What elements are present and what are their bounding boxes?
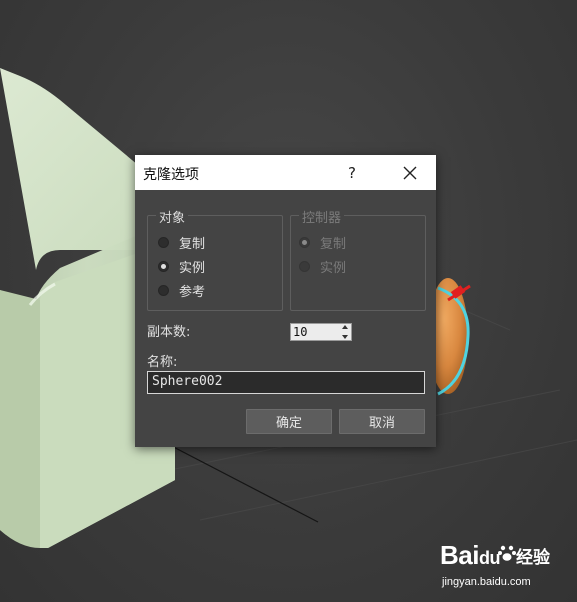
spin-down-icon[interactable] <box>342 335 348 339</box>
cancel-button[interactable]: 取消 <box>339 409 425 434</box>
baidu-watermark: Baidu 经验 jingyan.baidu.com <box>440 540 570 596</box>
help-button[interactable]: ? <box>337 155 367 190</box>
controller-instance-radio: 实例 <box>299 257 347 276</box>
radio-dot-icon <box>158 284 169 296</box>
close-icon <box>403 166 417 179</box>
watermark-cn: 经验 <box>516 548 550 568</box>
paw-icon <box>498 545 516 561</box>
dialog-title: 克隆选项 <box>143 167 199 183</box>
dialog-titlebar[interactable]: 克隆选项 ? <box>135 155 436 190</box>
object-reference-label: 参考 <box>179 284 206 300</box>
copies-label: 副本数: <box>147 325 191 340</box>
watermark-brand: Baidu <box>440 540 500 570</box>
controller-group: 控制器 复制 实例 <box>290 207 426 311</box>
object-group-title: 对象 <box>156 207 189 226</box>
radio-dot-icon <box>158 236 169 248</box>
name-input[interactable]: Sphere002 <box>147 371 425 394</box>
close-button[interactable] <box>390 155 430 190</box>
object-instance-label: 实例 <box>179 260 206 276</box>
object-instance-radio[interactable]: 实例 <box>158 257 206 276</box>
object-group: 对象 复制 实例 参考 <box>147 207 283 311</box>
copies-value[interactable]: 10 <box>293 325 307 339</box>
ok-button[interactable]: 确定 <box>246 409 332 434</box>
world-axis-line <box>159 439 319 523</box>
controller-group-title: 控制器 <box>299 207 345 226</box>
spin-up-icon[interactable] <box>342 325 348 329</box>
radio-dot-icon <box>299 260 310 272</box>
radio-dot-selected-icon <box>299 236 310 248</box>
object-copy-label: 复制 <box>179 236 206 252</box>
controller-copy-label: 复制 <box>320 236 347 252</box>
controller-instance-label: 实例 <box>320 260 347 276</box>
controller-copy-radio: 复制 <box>299 233 347 252</box>
clone-options-dialog: 克隆选项 ? 对象 复制 实例 参考 控制器 复制 实例 副本数: 10 名称:… <box>135 155 436 447</box>
object-copy-radio[interactable]: 复制 <box>158 233 206 252</box>
radio-dot-selected-icon <box>158 260 169 272</box>
name-label: 名称: <box>147 355 178 370</box>
object-reference-radio[interactable]: 参考 <box>158 281 206 300</box>
copies-spinner[interactable]: 10 <box>290 323 352 341</box>
watermark-url: jingyan.baidu.com <box>442 576 531 588</box>
spinner-arrows[interactable] <box>341 325 349 339</box>
